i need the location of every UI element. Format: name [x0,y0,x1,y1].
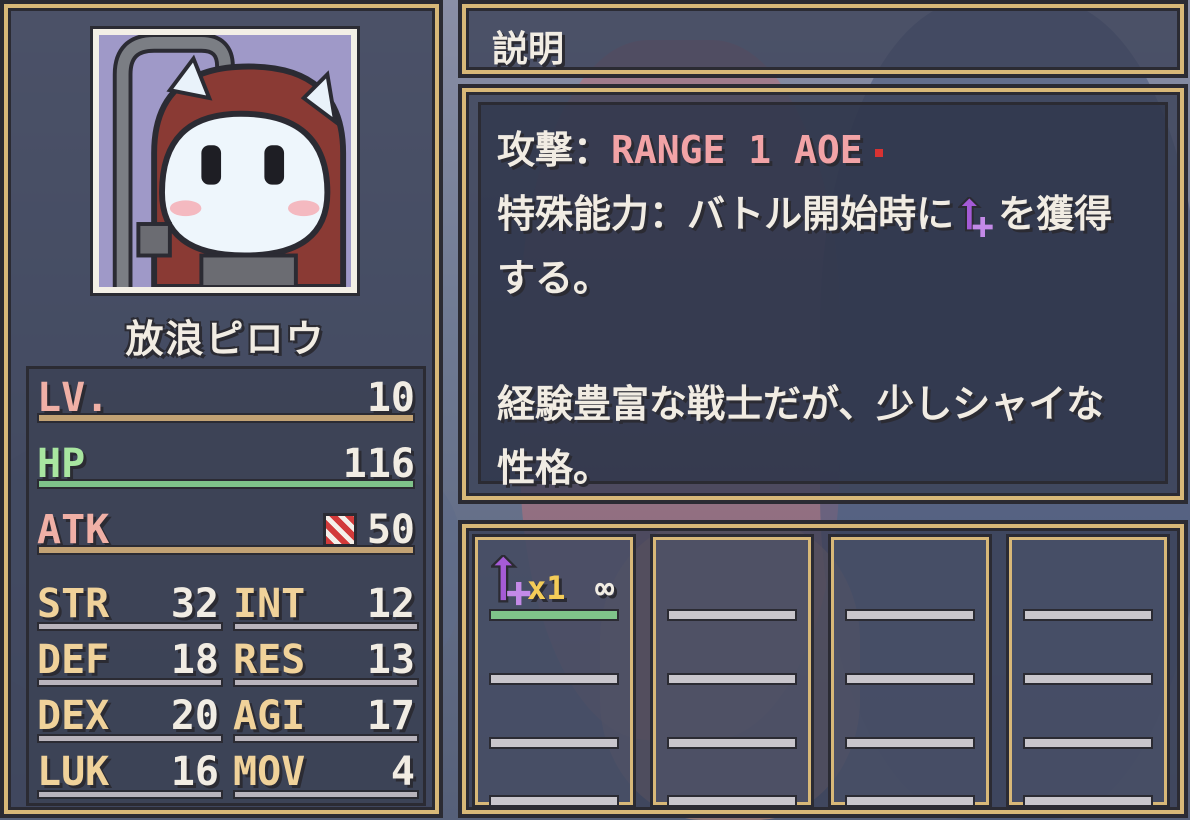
stat-cell: AGI 17 [233,689,419,745]
lv-bar [37,413,415,423]
slot-line [1023,673,1153,685]
ability-line-2: する。 [497,256,612,300]
slot-line [489,673,619,685]
slot-line [1023,609,1153,621]
stat-value: 12 [366,581,415,627]
ability-label: 特殊能力： [497,192,688,236]
stat-label: LUK [37,749,110,795]
attack-line: 攻撃：RANGE 1 AOE [497,119,883,174]
infinite-duration-icon: ∞ [595,569,615,607]
stat-label: DEX [37,693,110,739]
slot-line [667,609,797,621]
stat-underline [37,622,223,631]
stat-grid: STR 32 INT 12 DEF 18 RES 13 DEX 20 AGI 1… [37,577,419,805]
stat-underline [37,734,223,743]
ability-text: バトル開始時に [687,192,955,236]
description-panel: 攻撃：RANGE 1 AOE 特殊能力：バトル開始時に を獲得 する。 経験豊富… [458,84,1188,504]
stat-value: 32 [170,581,219,627]
stat-cell: MOV 4 [233,745,419,801]
status-slot-3[interactable] [828,534,992,808]
description-header: 説明 [458,0,1188,78]
stat-value: 13 [366,637,415,683]
slot-line [1023,737,1153,749]
stat-cell: INT 12 [233,577,419,633]
slot-count: x1 [527,569,566,607]
stat-label: STR [37,581,110,627]
stat-label: AGI [233,693,306,739]
purple-sparkle-arrow-icon [491,555,531,606]
slot-line [489,795,619,807]
slot-line [667,673,797,685]
range-indicator-icon [874,148,883,157]
character-portrait [99,35,351,287]
stat-cell: RES 13 [233,633,419,689]
stat-underline [233,734,419,743]
stat-cell: DEF 18 [37,633,223,689]
stat-row-lv: LV. 10 [37,371,415,423]
ability-line: 特殊能力：バトル開始時に を獲得 [497,183,1112,238]
stat-cell: LUK 16 [37,745,223,801]
status-slots-panel: x1 ∞ [458,520,1188,818]
hp-bar [37,479,415,489]
stat-cell: STR 32 [37,577,223,633]
stat-value: 20 [170,693,219,739]
stat-label: DEF [37,637,110,683]
description-title: 説明 [492,29,565,70]
status-slot-2[interactable] [650,534,814,808]
ability-text-after: を獲得 [998,192,1113,236]
flavor-line-2: 性格。 [497,446,612,490]
slot-line [489,609,619,621]
stats-box: LV. 10 HP 116 ATK 50 STR 32 INT 12 DEF 1… [26,366,426,806]
stat-label: INT [233,581,306,627]
stat-label: RES [233,637,306,683]
stat-value: 17 [366,693,415,739]
stat-row-atk: ATK 50 [37,503,415,555]
slot-line [667,795,797,807]
slot-line [1023,795,1153,807]
attack-label: 攻撃： [497,128,612,172]
status-slot-4[interactable] [1006,534,1170,808]
stat-underline [233,790,419,799]
slot-line [667,737,797,749]
stat-underline [233,678,419,687]
attack-value: RANGE 1 AOE [611,128,863,172]
weapon-icon [323,513,357,547]
status-slot-1[interactable]: x1 ∞ [472,534,636,808]
character-name: 放浪ピロウ [125,317,326,361]
slot-line [845,609,975,621]
stat-underline [37,790,223,799]
stat-underline [37,678,223,687]
stat-row-hp: HP 116 [37,437,415,489]
stat-value: 4 [390,749,415,795]
stat-cell: DEX 20 [37,689,223,745]
purple-sparkle-arrow-icon [958,196,993,237]
stat-label: MOV [233,749,306,795]
slot-line [845,673,975,685]
description-body: 攻撃：RANGE 1 AOE 特殊能力：バトル開始時に を獲得 する。 経験豊富… [478,102,1168,490]
portrait-frame [90,26,360,296]
slot-line [845,737,975,749]
stat-value: 18 [170,637,219,683]
slot-line [845,795,975,807]
flavor-line-1: 経験豊富な戦士だが、少しシャイな [497,382,1105,426]
atk-bar [37,545,415,555]
character-panel: 放浪ピロウ LV. 10 HP 116 ATK 50 STR 32 INT 12… [0,0,443,818]
slot-line [489,737,619,749]
stat-value: 16 [170,749,219,795]
stat-underline [233,622,419,631]
